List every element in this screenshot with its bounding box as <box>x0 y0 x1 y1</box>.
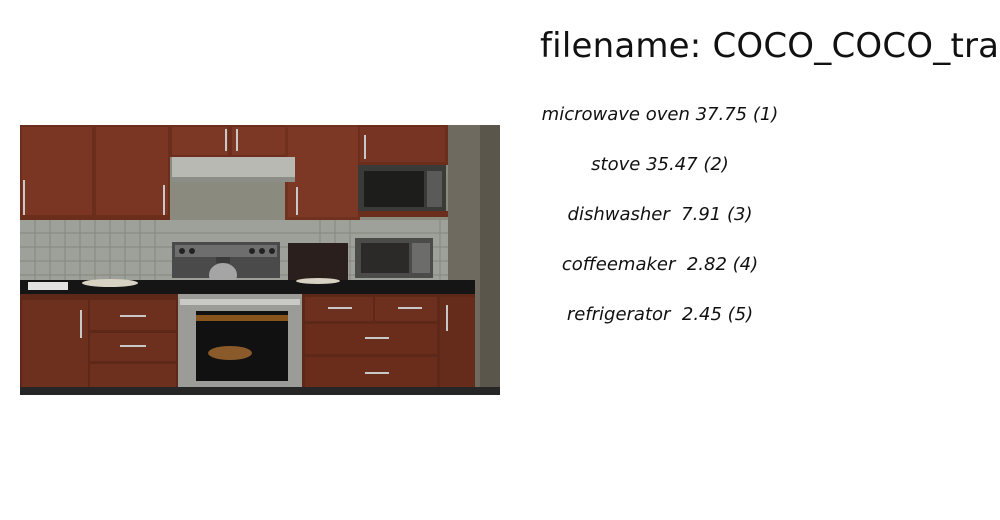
prediction-4: coffeemaker 2.82 (4) <box>561 254 759 275</box>
prediction-1: microwave oven 37.75 (1) <box>541 104 779 125</box>
filename-title: filename: COCO_COCO_train <box>540 26 1000 66</box>
prediction-2: stove 35.47 (2) <box>591 154 729 175</box>
prediction-3: dishwasher 7.91 (3) <box>567 204 753 225</box>
kitchen-photo <box>20 125 500 395</box>
prediction-5: refrigerator 2.45 (5) <box>566 304 754 325</box>
